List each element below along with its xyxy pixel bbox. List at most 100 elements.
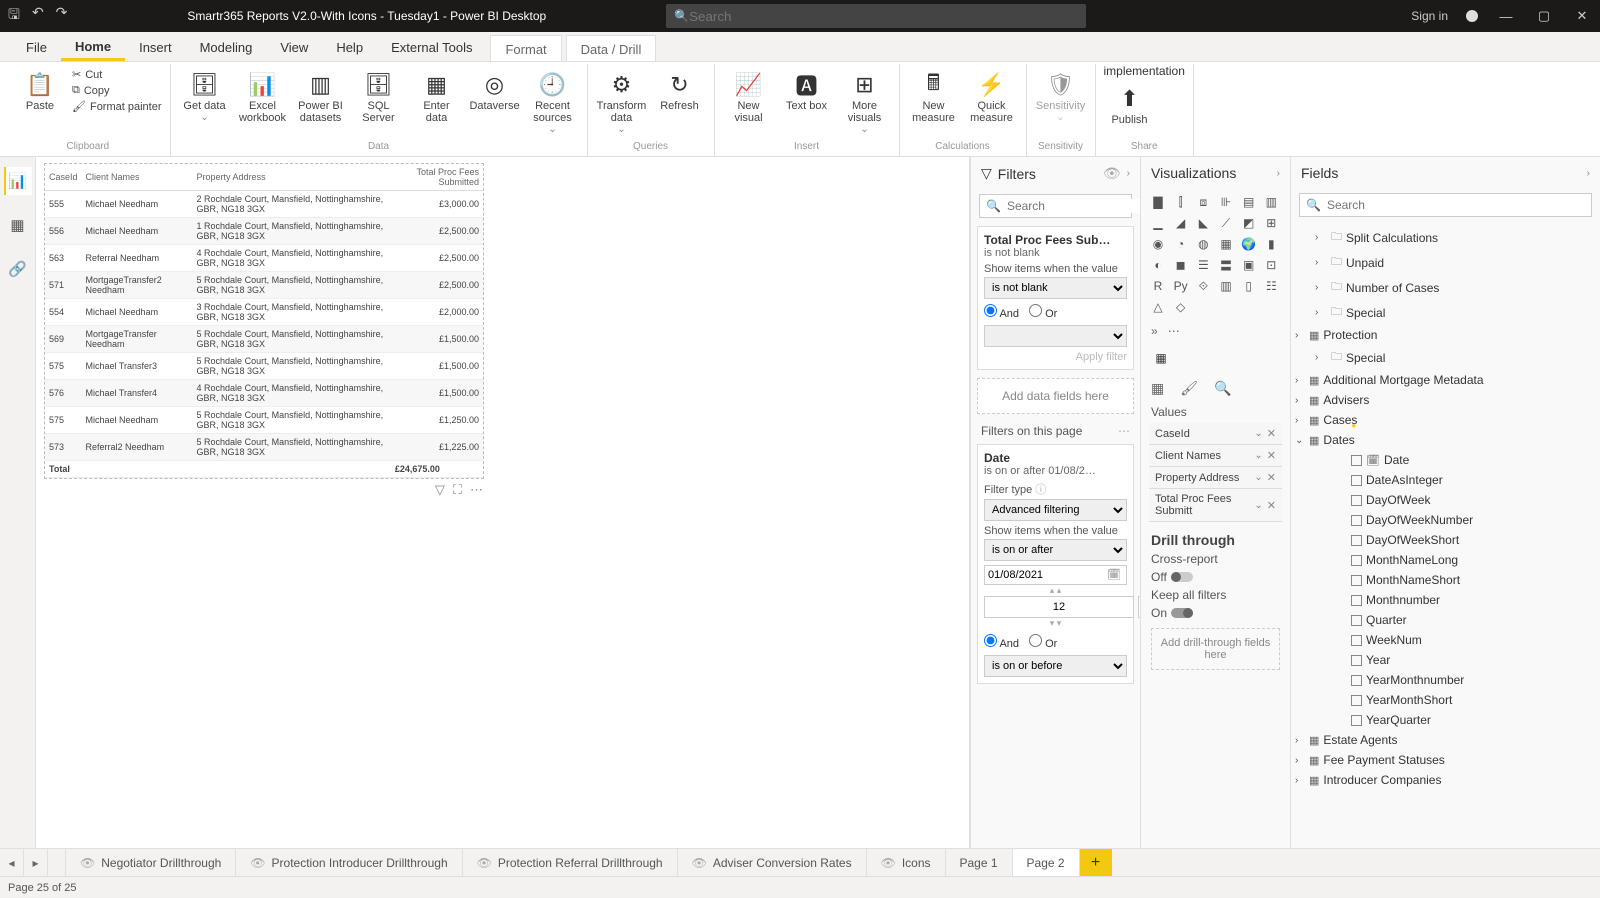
viz-type-icon[interactable]: 🌍: [1240, 235, 1258, 253]
table-node[interactable]: ›▦Protection: [1291, 325, 1600, 345]
more-visuals-button[interactable]: ⊞More visuals⌄: [839, 68, 891, 137]
eye-icon[interactable]: 👁: [1103, 165, 1121, 182]
viz-field-well-item[interactable]: Client Names⌄✕: [1149, 445, 1282, 467]
date1-input[interactable]: [984, 565, 1127, 585]
viz-type-icon[interactable]: ⟋: [1217, 214, 1235, 232]
table-row[interactable]: 575Michael Transfer35 Rochdale Court, Ma…: [45, 353, 483, 380]
chevron-down-icon[interactable]: ⌄: [1254, 428, 1262, 439]
format-tab-icon[interactable]: 🖌: [1180, 380, 1198, 397]
tab-home[interactable]: Home: [61, 33, 125, 61]
next-page-icon[interactable]: ▸: [24, 849, 48, 876]
field-item[interactable]: DayOfWeekShort: [1291, 530, 1600, 550]
column-header[interactable]: Property Address: [193, 164, 391, 191]
refresh-button[interactable]: ↻Refresh: [654, 68, 706, 114]
viz-field-well-item[interactable]: Total Proc Fees Submitt⌄✕: [1149, 489, 1282, 522]
more-options-icon[interactable]: ⋯: [470, 482, 483, 498]
viz-type-icon[interactable]: ▇: [1149, 193, 1167, 211]
table-node[interactable]: ›🗀Number of Cases: [1291, 275, 1600, 300]
date-cond1-select[interactable]: is on or after: [984, 539, 1127, 561]
viz-type-icon[interactable]: ◼: [1172, 256, 1190, 274]
and-radio[interactable]: And: [984, 304, 1019, 320]
viz-type-icon[interactable]: ◢: [1172, 214, 1190, 232]
chevron-down-icon[interactable]: ⌄: [1254, 472, 1262, 483]
field-item[interactable]: WeekNum: [1291, 630, 1600, 650]
calendar-icon[interactable]: 🗓: [1107, 568, 1121, 581]
viz-type-icon[interactable]: ▦: [1217, 235, 1235, 253]
filter-card-date[interactable]: Date is on or after 01/08/2… Filter type…: [977, 444, 1134, 684]
global-search-input[interactable]: [689, 9, 1078, 24]
viz-type-icon[interactable]: ▁: [1149, 214, 1167, 232]
recent-sources-button[interactable]: 🕘Recent sources⌄: [527, 68, 579, 137]
table-node[interactable]: ⌄▦Dates: [1291, 430, 1600, 450]
chevron-down-icon[interactable]: ⌄: [1254, 500, 1262, 511]
add-drill-fields-drop[interactable]: Add drill-through fields here: [1151, 628, 1280, 670]
viz-type-icon[interactable]: ◐: [1149, 256, 1167, 274]
cross-report-toggle[interactable]: Off: [1141, 568, 1290, 586]
table-node[interactable]: ›▦Cases●: [1291, 410, 1600, 430]
viz-field-well-item[interactable]: Property Address⌄✕: [1149, 467, 1282, 489]
table-node[interactable]: ›🗀Special: [1291, 345, 1600, 370]
analytics-tab-icon[interactable]: 🔍: [1214, 380, 1231, 397]
tab-data-drill[interactable]: Data / Drill: [566, 35, 657, 61]
viz-field-well-item[interactable]: CaseId⌄✕: [1149, 423, 1282, 445]
table-node[interactable]: ›▦Fee Payment Statuses: [1291, 750, 1600, 770]
column-header[interactable]: Total Proc Fees Submitted: [391, 164, 483, 191]
checkbox[interactable]: [1351, 635, 1362, 646]
maximize-icon[interactable]: ▢: [1534, 8, 1554, 24]
collapse-icon[interactable]: ›: [1127, 168, 1130, 179]
viz-type-icon[interactable]: ▯: [1240, 277, 1258, 295]
collapse-icon[interactable]: ›: [1587, 168, 1590, 179]
pbi-datasets-button[interactable]: ▥Power BI datasets: [295, 68, 347, 126]
and-radio[interactable]: And: [984, 634, 1019, 650]
viz-type-icon[interactable]: ☷: [1262, 277, 1280, 295]
viz-type-icon[interactable]: R: [1149, 277, 1167, 295]
tab-help[interactable]: Help: [322, 34, 377, 61]
viz-type-icon[interactable]: ◔: [1172, 235, 1190, 253]
remove-icon[interactable]: ✕: [1267, 499, 1276, 512]
fields-tab-icon[interactable]: ▦: [1151, 380, 1164, 397]
checkbox[interactable]: [1351, 455, 1362, 466]
global-search[interactable]: 🔍: [666, 4, 1086, 28]
add-page-button[interactable]: +: [1080, 849, 1112, 876]
checkbox[interactable]: [1351, 715, 1362, 726]
redo-icon[interactable]: ↷: [56, 4, 68, 28]
collapse-icon[interactable]: ›: [1277, 168, 1280, 179]
chevron-down-icon[interactable]: ⌄: [1254, 450, 1262, 461]
text-box-button[interactable]: 🅰Text box: [781, 68, 833, 114]
field-item[interactable]: Monthnumber: [1291, 590, 1600, 610]
field-item[interactable]: MonthNameLong: [1291, 550, 1600, 570]
page-tab[interactable]: Page 1: [946, 849, 1013, 876]
info-icon[interactable]: ⓘ: [1035, 484, 1046, 496]
field-item[interactable]: DayOfWeek: [1291, 490, 1600, 510]
copy-button[interactable]: ⧉Copy: [72, 84, 162, 97]
close-icon[interactable]: ✕: [1572, 8, 1592, 24]
tab-format[interactable]: Format: [490, 35, 561, 61]
report-view-icon[interactable]: 📊: [4, 167, 32, 195]
page-tab[interactable]: Page 2: [1013, 849, 1080, 876]
more-icon[interactable]: ⋯: [1168, 324, 1180, 338]
table-node[interactable]: ›🗀Split Calculations: [1291, 225, 1600, 250]
tab-file[interactable]: File: [12, 34, 61, 61]
viz-type-icon[interactable]: ▮: [1262, 235, 1280, 253]
filters-search[interactable]: 🔍: [979, 194, 1132, 218]
prev-page-icon[interactable]: ◂: [0, 849, 24, 876]
format-painter-button[interactable]: 🖌Format painter: [72, 100, 162, 113]
data-view-icon[interactable]: ▦: [4, 211, 32, 239]
viz-type-icon[interactable]: ◍: [1194, 235, 1212, 253]
fields-search-input[interactable]: [1327, 198, 1585, 212]
viz-type-icon[interactable]: ◣: [1194, 214, 1212, 232]
viz-type-icon[interactable]: △: [1149, 298, 1167, 316]
viz-type-icon[interactable]: ⊞: [1262, 214, 1280, 232]
excel-button[interactable]: 📊Excel workbook: [237, 68, 289, 126]
tab-view[interactable]: View: [266, 34, 322, 61]
table-row[interactable]: 569MortgageTransfer Needham5 Rochdale Co…: [45, 326, 483, 353]
table-node[interactable]: ›▦Estate Agents: [1291, 730, 1600, 750]
checkbox[interactable]: [1351, 535, 1362, 546]
get-data-button[interactable]: 🗄Get data⌄: [179, 68, 231, 125]
quick-measure-button[interactable]: ⚡Quick measure: [966, 68, 1018, 126]
dataverse-button[interactable]: ◎Dataverse: [469, 68, 521, 114]
sign-in-link[interactable]: Sign in: [1411, 9, 1448, 23]
avatar-icon[interactable]: [1466, 10, 1478, 22]
tab-insert[interactable]: Insert: [125, 34, 186, 61]
viz-type-icon[interactable]: ☰: [1194, 256, 1212, 274]
